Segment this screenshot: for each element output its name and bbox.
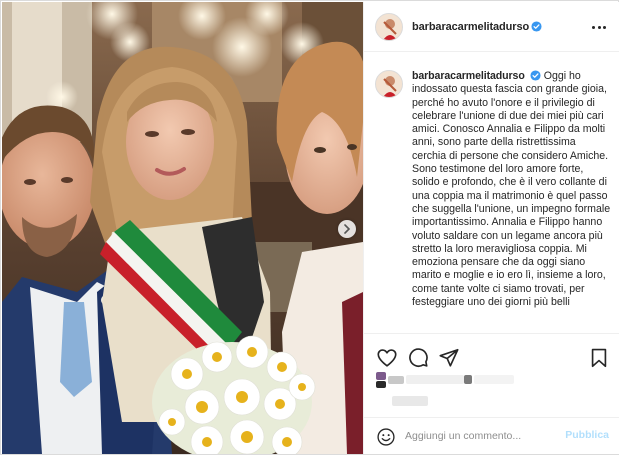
liker-avatar-blur: [376, 381, 386, 388]
instagram-post: barbaracarmelitadurso barbaracarmelitadu…: [0, 0, 619, 455]
caption-avatar[interactable]: [375, 70, 403, 98]
post-photo[interactable]: [2, 2, 363, 454]
redacted-text-blur: [474, 375, 514, 384]
redacted-text-blur: [388, 376, 404, 384]
redacted-text-blur: [464, 375, 472, 384]
caption-username[interactable]: barbaracarmelitadurso: [412, 70, 525, 82]
emoji-smile-icon[interactable]: [376, 427, 396, 447]
more-options-icon: [592, 26, 595, 29]
header-username[interactable]: barbaracarmelitadurso: [412, 21, 542, 33]
next-photo-button[interactable]: [338, 220, 356, 238]
caption-text: Oggi ho indossato questa fascia con gran…: [412, 70, 611, 309]
caption-section: barbaracarmelitadurso Oggi ho indossato q…: [364, 53, 619, 331]
avatar[interactable]: [375, 13, 403, 41]
post-header: barbaracarmelitadurso: [364, 2, 619, 52]
chevron-right-icon: [344, 224, 351, 234]
comment-bar: Pubblica: [364, 417, 619, 454]
post-actions: [364, 333, 619, 417]
post-side-panel: barbaracarmelitadurso barbaracarmelitadu…: [363, 2, 619, 454]
header-username-text[interactable]: barbaracarmelitadurso: [412, 21, 529, 33]
publish-button[interactable]: Pubblica: [565, 429, 609, 441]
verified-badge-icon: [530, 70, 541, 81]
paper-plane-icon[interactable]: [438, 347, 460, 369]
avatar-image: [376, 14, 402, 40]
likes-summary[interactable]: [376, 372, 516, 396]
avatar-image: [376, 71, 402, 97]
comment-input[interactable]: [405, 427, 555, 445]
comment-bubble-icon[interactable]: [407, 347, 429, 369]
post-caption: barbaracarmelitadurso Oggi ho indossato q…: [412, 70, 612, 309]
wedding-photo-illustration: [2, 2, 363, 454]
heart-icon[interactable]: [376, 347, 398, 369]
more-options-dot: [597, 26, 601, 29]
redacted-text-blur: [406, 375, 464, 384]
verified-badge-icon: [531, 21, 542, 32]
liker-avatar-blur: [376, 372, 386, 380]
bookmark-icon[interactable]: [588, 347, 610, 369]
more-options-button[interactable]: [590, 18, 608, 36]
more-options-dot: [603, 26, 606, 29]
post-date-redacted: [392, 396, 428, 406]
